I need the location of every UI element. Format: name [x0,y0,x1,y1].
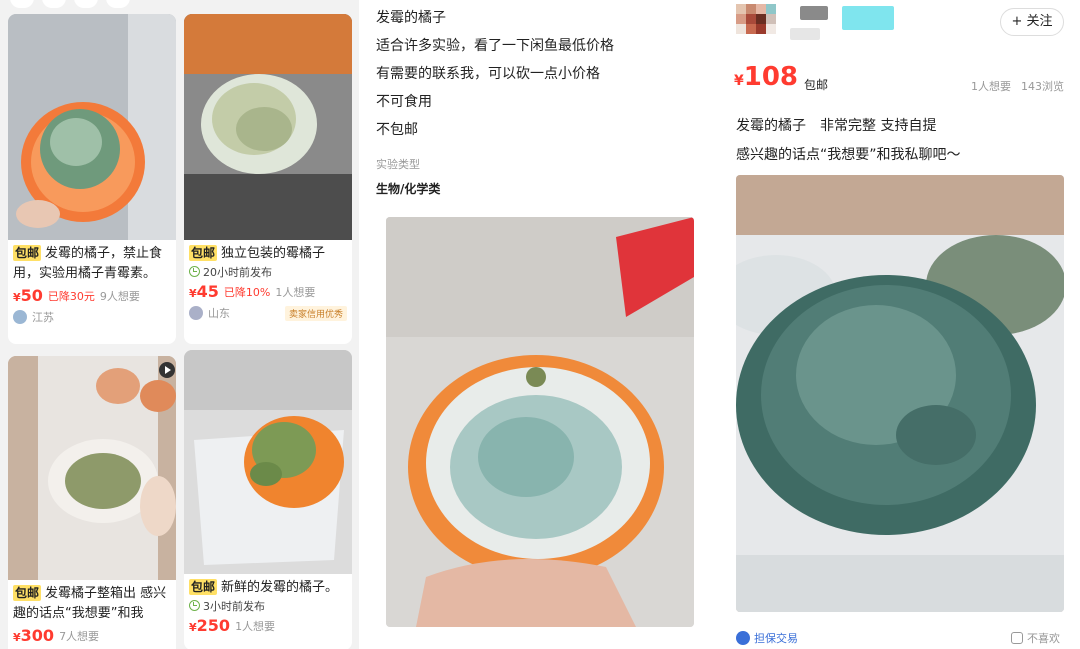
packaged-orange-image [184,14,352,240]
guarantee-link[interactable]: 担保交易 [736,630,798,646]
post-time: 20小时前发布 [184,264,352,280]
listing-photo[interactable] [386,217,694,627]
wants-count: 1人想要 [235,619,276,633]
listing-card-3[interactable]: 包邮 发霉橘子整箱出 感兴趣的话点“我想要”和我 ¥300 7人想要 [8,356,176,649]
wants-count: 1人想要 [971,80,1011,93]
listing-photo[interactable] [736,175,1064,612]
seller-info [790,28,820,40]
filter-chip[interactable] [42,0,66,8]
dislike-icon [1011,632,1023,644]
moldy-orange-bag-image [184,350,352,574]
view-count: 143浏览 [1021,80,1064,93]
description-line: 适合许多实验，看了一下闲鱼最低价格 [376,38,614,54]
post-time: 3小时前发布 [184,598,352,614]
clock-icon [189,600,200,611]
description-line: 不包邮 [376,122,418,138]
screenshot-collage: 包邮 发霉的橘子，禁止食用，实验用橘子青霉素。 ¥50 已降30元 9人想要 江苏 [0,0,1080,649]
clock-icon [189,266,200,277]
seller-location: 山东 [208,307,230,320]
listing-price: ¥300 [13,626,55,645]
listing-thumbnail[interactable] [8,356,176,580]
description-line: 有需要的联系我，可以砍一点小价格 [376,66,600,82]
free-shipping-badge: 包邮 [13,245,42,261]
wants-count: 7人想要 [59,629,100,643]
seller-location: 江苏 [32,311,54,324]
orange-box-image [8,356,176,580]
filter-chip[interactable] [10,0,34,8]
free-shipping-badge: 包邮 [189,245,218,261]
follow-button[interactable]: + 关注 [1000,8,1064,36]
listing-grid-panel: 包邮 发霉的橘子，禁止食用，实验用橘子青霉素。 ¥50 已降30元 9人想要 江苏 [0,0,360,649]
attribute-label: 实验类型 [376,158,420,171]
listing-price: ¥108 [734,62,799,92]
filter-chip[interactable] [74,0,98,8]
listing-card-2[interactable]: 包邮 独立包装的霉橘子 20小时前发布 ¥45 已降10% 1人想要 山东 卖家信… [184,14,352,344]
listing-detail-panel: 发霉的橘子 适合许多实验，看了一下闲鱼最低价格 有需要的联系我，可以砍一点小价格… [360,0,720,649]
listing-card-1[interactable]: 包邮 发霉的橘子，禁止食用，实验用橘子青霉素。 ¥50 已降30元 9人想要 江苏 [8,14,176,344]
filter-chips [10,0,130,8]
listing-thumbnail[interactable] [184,14,352,240]
price-drop: 已降30元 [47,289,95,303]
description-line: 不可食用 [376,94,432,110]
moldy-orange-image [8,14,176,240]
listing-price: ¥250 [189,616,231,635]
description-line: 发霉的橘子 非常完整 支持自提 [736,118,937,134]
seller-name [842,6,894,30]
dislike-button[interactable]: 不喜欢 [1011,630,1060,646]
moldy-orange-image [736,175,1064,612]
panel-divider [719,0,722,649]
listing-title: 新鲜的发霉的橘子。 [221,580,339,595]
wants-count: 9人想要 [99,289,140,303]
moldy-orange-closeup-image [386,217,694,627]
listing-thumbnail[interactable] [184,350,352,574]
shipping-label: 包邮 [804,78,829,92]
description-line: 感兴趣的话点“我想要”和我私聊吧～ [736,147,961,163]
seller-avatar[interactable] [736,4,776,44]
listing-title: 独立包装的霉橘子 [221,246,326,261]
price-drop: 已降10% [223,285,271,299]
filter-chip[interactable] [106,0,130,8]
listing-stats: 1人想要 143浏览 [971,78,1064,94]
panel-divider [359,0,362,649]
listing-card-4[interactable]: 包邮 新鲜的发霉的橘子。 3小时前发布 ¥250 1人想要 [184,350,352,649]
shield-icon [736,631,750,645]
seller-avatar[interactable] [13,310,27,324]
seller-avatar[interactable] [189,306,203,320]
listing-price: ¥50 [13,286,43,305]
listing-price: ¥45 [189,282,219,301]
listing-thumbnail[interactable] [8,14,176,240]
seller-name [800,6,828,20]
description-line: 发霉的橘子 [376,10,446,26]
seller-credit-tag: 卖家信用优秀 [284,305,347,321]
listing-description: 发霉的橘子 非常完整 支持自提 感兴趣的话点“我想要”和我私聊吧～ [736,112,961,170]
wants-count: 1人想要 [275,285,316,299]
attribute-value: 生物/化学类 [376,182,441,196]
listing-description: 发霉的橘子 适合许多实验，看了一下闲鱼最低价格 有需要的联系我，可以砍一点小价格… [376,4,614,144]
free-shipping-badge: 包邮 [189,579,218,595]
free-shipping-badge: 包邮 [13,585,42,601]
seller-listing-panel: + 关注 ¥108 包邮 1人想要 143浏览 发霉的橘子 非常完整 支持自提 … [720,0,1080,649]
